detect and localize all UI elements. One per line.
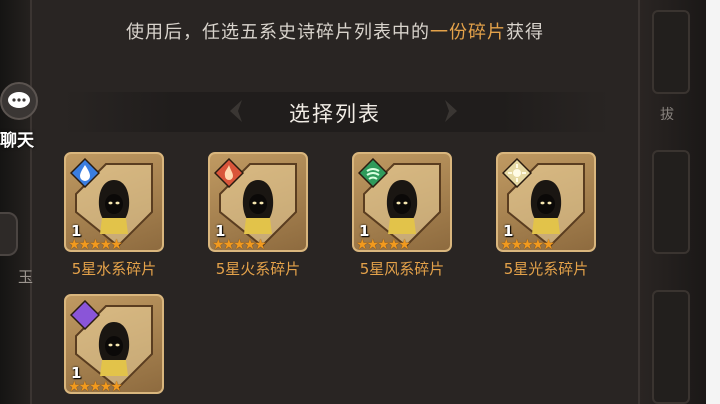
star-rating: ★★★★★ [212, 237, 267, 252]
section-title: 选择列表 [289, 102, 381, 126]
chat-label[interactable]: 聊天 [0, 126, 34, 151]
screen-edge [706, 0, 720, 404]
shard-item[interactable]: 1 ★★★★★ [64, 294, 168, 400]
star-rating: ★★★★★ [68, 237, 123, 252]
shard-item[interactable]: 1 ★★★★★ 5星光系碎片 [496, 152, 600, 279]
chat-bubble-icon [8, 92, 30, 108]
side-toggle-button[interactable] [0, 212, 18, 256]
fire-icon [214, 158, 244, 188]
light-icon [502, 158, 532, 188]
star-rating: ★★★★★ [68, 379, 123, 394]
wind-icon [358, 158, 388, 188]
shard-label: 5星风系碎片 [359, 260, 445, 278]
shard-label: 5星火系碎片 [215, 260, 301, 278]
dialog-description: 使用后，任选五系史诗碎片列表中的一份碎片获得 [32, 18, 638, 44]
shard-frame[interactable]: 1 ★★★★★ [64, 294, 164, 394]
star-rating: ★★★★★ [500, 237, 555, 252]
side-partial-text: 玉 [18, 268, 34, 286]
description-prefix: 使用后，任选五系史诗碎片列表中的 [126, 22, 430, 43]
background-card [652, 150, 690, 254]
chat-button[interactable] [0, 82, 38, 120]
background-partial-text: 拔 [660, 107, 674, 123]
shard-frame[interactable]: 1 ★★★★★ [352, 152, 452, 252]
shard-item[interactable]: 1 ★★★★★ 5星火系碎片 [208, 152, 312, 279]
background-card [652, 290, 690, 404]
shard-label: 5星水系碎片 [71, 260, 157, 278]
background-card [652, 10, 690, 94]
shard-frame[interactable]: 1 ★★★★★ [64, 152, 164, 252]
description-highlight: 一份碎片 [430, 22, 506, 43]
water-icon [70, 158, 100, 188]
shard-frame[interactable]: 1 ★★★★★ [496, 152, 596, 252]
star-rating: ★★★★★ [356, 237, 411, 252]
shard-item[interactable]: 1 ★★★★★ 5星风系碎片 [352, 152, 456, 279]
shard-frame[interactable]: 1 ★★★★★ [208, 152, 308, 252]
description-suffix: 获得 [506, 22, 544, 43]
dark-icon [70, 300, 100, 330]
shard-item[interactable]: 1 ★★★★★ 5星水系碎片 [64, 152, 168, 279]
shard-label: 5星光系碎片 [503, 260, 589, 278]
